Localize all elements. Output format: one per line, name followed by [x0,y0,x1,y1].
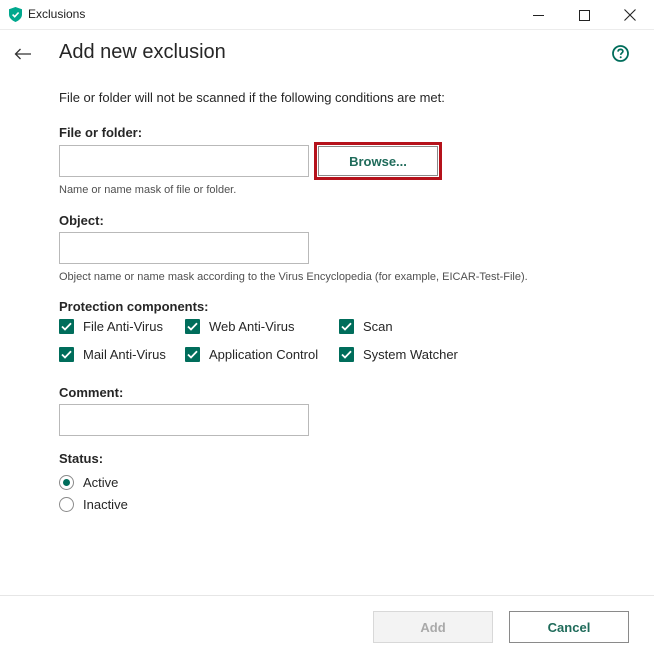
browse-button[interactable]: Browse... [318,146,438,176]
checkbox-scan[interactable]: Scan [339,319,393,334]
checkbox-label: System Watcher [363,347,458,362]
checkbox-system-watcher[interactable]: System Watcher [339,347,458,362]
file-or-folder-label: File or folder: [59,125,143,140]
checkbox-web-anti-virus[interactable]: Web Anti-Virus [185,319,295,334]
radio-active[interactable]: Active [59,475,118,490]
close-button[interactable] [607,0,653,30]
checkbox-application-control[interactable]: Application Control [185,347,318,362]
window-title: Exclusions [28,7,86,21]
page-title: Add new exclusion [59,41,226,63]
file-or-folder-input[interactable] [59,145,309,177]
add-button[interactable]: Add [373,611,493,643]
radio-label: Active [83,475,119,490]
protection-components-label: Protection components: [59,299,209,314]
checkbox-label: Scan [363,319,393,334]
checkbox-mail-anti-virus[interactable]: Mail Anti-Virus [59,347,166,362]
arrow-left-icon [14,48,31,60]
title-bar: Exclusions [0,0,654,30]
object-label: Object: [59,213,104,228]
minimize-button[interactable] [515,0,561,30]
maximize-icon [578,9,590,21]
radio-inactive[interactable]: Inactive [59,497,128,512]
intro-text: File or folder will not be scanned if th… [59,90,445,105]
status-label: Status: [59,451,104,466]
checkbox-checked-icon [339,319,354,334]
maximize-button[interactable] [561,0,607,30]
comment-input[interactable] [59,404,309,436]
checkbox-label: Mail Anti-Virus [83,347,166,362]
checkbox-checked-icon [59,319,74,334]
question-circle-icon[interactable] [612,45,629,62]
back-button[interactable] [12,44,34,64]
checkbox-label: File Anti-Virus [83,319,163,334]
checkbox-checked-icon [185,347,200,362]
radio-selected-icon [59,475,74,490]
checkbox-checked-icon [59,347,74,362]
checkbox-checked-icon [339,347,354,362]
object-input[interactable] [59,232,309,264]
object-hint: Object name or name mask according to th… [59,271,528,283]
checkbox-label: Web Anti-Virus [209,319,295,334]
checkbox-checked-icon [185,319,200,334]
cancel-button[interactable]: Cancel [509,611,629,643]
radio-label: Inactive [83,497,128,512]
file-or-folder-hint: Name or name mask of file or folder. [59,184,237,196]
checkbox-file-anti-virus[interactable]: File Anti-Virus [59,319,163,334]
close-icon [624,9,636,21]
radio-unselected-icon [59,497,74,512]
minimize-icon [532,14,544,16]
comment-label: Comment: [59,385,124,400]
kaspersky-shield-icon [9,7,22,22]
checkbox-label: Application Control [209,347,319,362]
